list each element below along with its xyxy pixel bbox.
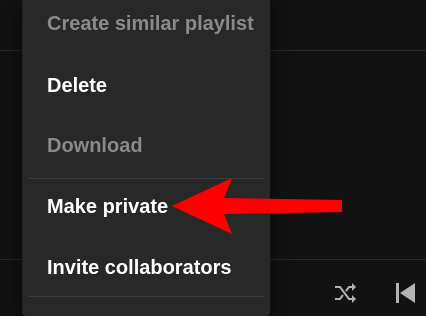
shuffle-icon[interactable]	[332, 280, 358, 306]
menu-item-download: Download	[47, 134, 143, 157]
arrow-icon	[172, 178, 342, 234]
skip-back-icon[interactable]	[392, 280, 418, 306]
menu-divider	[28, 296, 264, 297]
red-arrow-annotation	[172, 178, 342, 234]
menu-item-invite-collaborators[interactable]: Invite collaborators	[22, 240, 270, 296]
menu-item-create-similar-playlist: Create similar playlist	[47, 12, 254, 35]
playlist-context-menu: Create similar playlist Delete Download …	[22, 0, 270, 316]
menu-item-delete[interactable]: Delete	[22, 58, 270, 114]
